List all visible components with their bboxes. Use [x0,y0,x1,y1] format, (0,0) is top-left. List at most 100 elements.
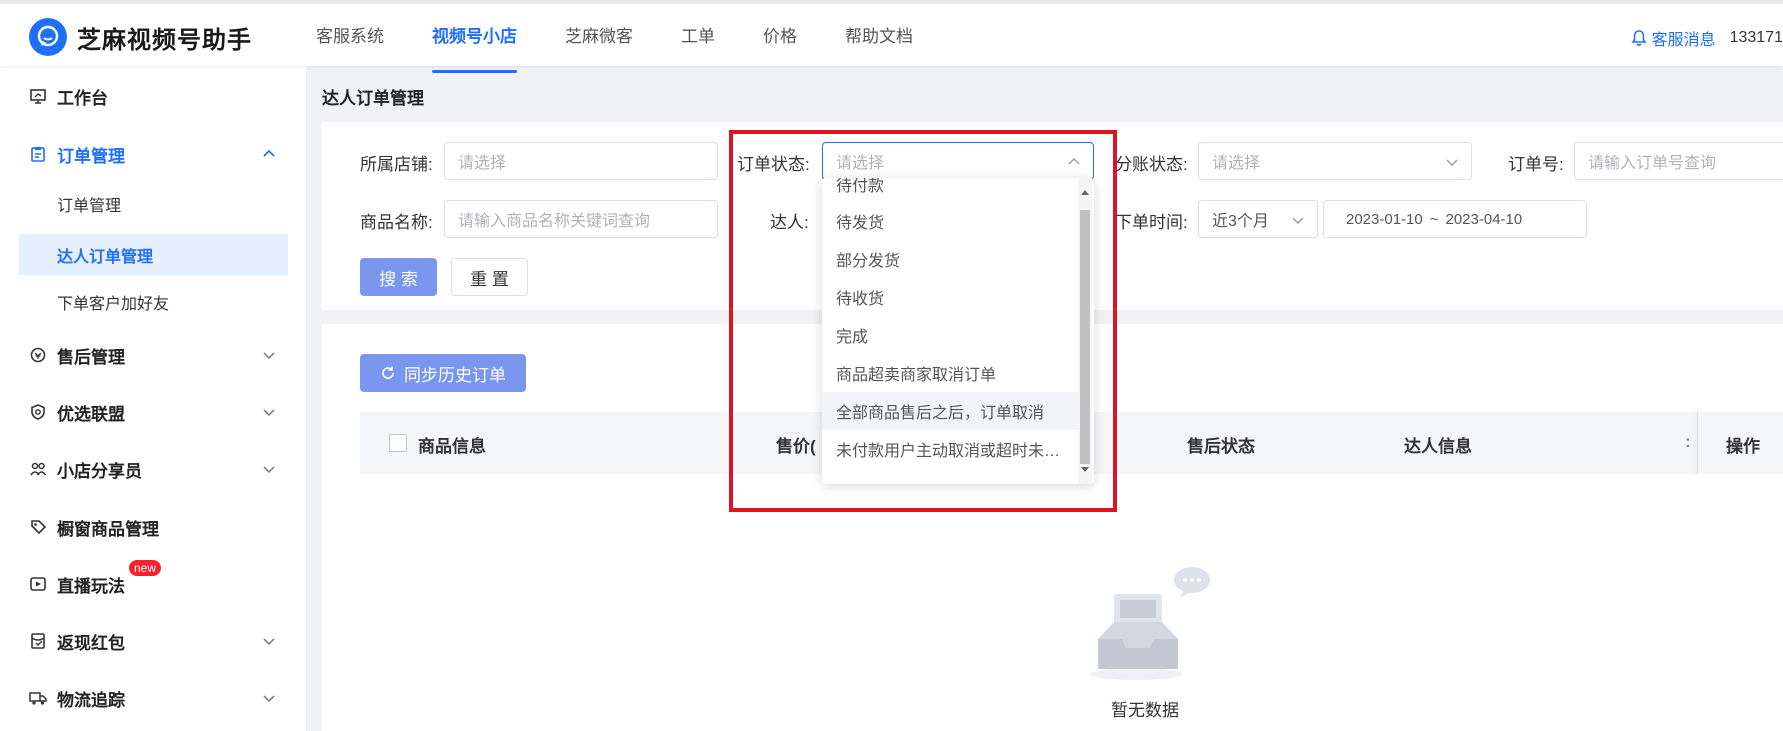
nav-zhima-weike[interactable]: 芝麻微客 [565,22,633,66]
sidebar-item-label: 优选联盟 [57,404,125,424]
talent-label: 达人: [770,213,809,232]
sync-history-orders-button[interactable]: 同步历史订单 [360,354,526,392]
option-label: 待收货 [836,291,885,308]
sidebar-item-logistics[interactable]: 物流追踪 [0,678,306,718]
product-name-placeholder: 请输入商品名称关键词查询 [458,213,651,230]
play-icon [28,574,48,594]
truck-icon [28,688,48,708]
sidebar-item-after-sales[interactable]: 售后管理 [0,335,306,375]
order-no-input[interactable]: 请输入订单号查询 [1574,142,1783,180]
column-product-info: 商品信息 [418,437,486,456]
option-label: 商品超卖商家取消订单 [836,367,997,384]
app-logo[interactable]: 芝麻视频号助手 [29,18,252,56]
order-status-option-unpaid-cancel[interactable]: 未付款用户主动取消或超时未付款订单取消 [822,430,1078,468]
order-status-select[interactable]: 请选择 [822,142,1094,180]
top-bar: 芝麻视频号助手 客服系统 视频号小店 芝麻微客 工单 价格 帮助文档 客服消息 … [0,0,1783,73]
order-status-option-completed[interactable]: 完成 [822,316,1078,354]
select-all-checkbox[interactable] [389,434,407,452]
app-name: 芝麻视频号助手 [77,26,252,54]
user-phone[interactable]: 133171 [1730,29,1783,47]
sidebar-item-label: 物流追踪 [57,690,125,710]
product-name-label: 商品名称: [360,213,433,232]
order-status-option-partial-shipped[interactable]: 部分发货 [822,240,1078,278]
order-no-placeholder: 请输入订单号查询 [1588,155,1717,172]
sidebar-item-showcase-products[interactable]: 橱窗商品管理 [0,507,306,547]
reset-button[interactable]: 重 置 [451,258,528,296]
empty-state-text: 暂无数据 [1111,701,1179,720]
date-end: 2023-04-10 [1445,210,1523,228]
order-status-option-after-sales-cancel[interactable]: 全部商品售后之后，订单取消 [822,392,1078,430]
scrollbar-thumb[interactable] [1080,210,1090,464]
chevron-down-icon [263,638,275,646]
customer-message-link[interactable]: 客服消息 [1630,26,1716,50]
sidebar-sub-talent-orders[interactable]: 达人订单管理 [19,234,288,275]
bell-icon [1630,30,1647,46]
sidebar-item-sharers[interactable]: 小店分享员 [0,449,306,489]
shop-select[interactable]: 请选择 [444,142,718,180]
column-hidden-edge: : [1685,432,1691,451]
chevron-up-icon [1068,158,1080,165]
order-no-label: 订单号: [1508,155,1564,174]
chevron-down-icon [263,352,275,360]
option-label: 未付款用户主动取消或超时未付款订单取消 [836,443,1062,460]
sidebar: 工作台 订单管理 订单管理 达人订单管理 下单客户加好友 售后管理 优选联盟 小… [0,66,306,731]
chevron-down-icon [263,695,275,703]
search-button[interactable]: 搜 索 [360,258,437,296]
sidebar-item-label: 返现红包 [57,633,125,653]
empty-state: 暂无数据 [1070,564,1220,721]
monitor-icon [28,86,48,106]
order-status-option-pending-receipt[interactable]: 待收货 [822,278,1078,316]
time-range-value: 近3个月 [1212,213,1269,230]
page-title: 达人订单管理 [322,89,424,108]
column-talent-info: 达人信息 [1404,437,1472,456]
option-label: 全部商品售后之后，订单取消 [836,405,1045,422]
order-status-dropdown: 待付款 待发货 部分发货 待收货 完成 商品超卖商家取消订单 全部商品售后之后，… [822,178,1094,484]
order-time-label: 下单时间: [1115,213,1188,232]
dropdown-scrollbar[interactable] [1078,178,1092,484]
nav-price[interactable]: 价格 [763,22,797,66]
customer-message-label: 客服消息 [1651,32,1716,49]
shop-select-placeholder: 请选择 [458,155,507,172]
new-badge: new [129,560,162,576]
order-status-option-pending-payment[interactable]: 待付款 [822,178,1078,203]
sidebar-sub-label: 订单管理 [57,197,122,215]
sidebar-item-label: 售后管理 [57,347,125,367]
refund-icon [28,345,48,365]
order-status-option-oversold-cancel[interactable]: 商品超卖商家取消订单 [822,354,1078,392]
sidebar-item-live-play[interactable]: 直播玩法 new [0,560,306,604]
shop-label: 所属店铺: [360,155,433,174]
time-range-select[interactable]: 近3个月 [1198,200,1318,238]
sidebar-item-label: 订单管理 [57,146,125,166]
nav-video-shop[interactable]: 视频号小店 [432,22,517,73]
scroll-down-arrow-icon[interactable] [1081,467,1089,472]
date-range-picker[interactable]: 2023-01-10 ~ 2023-04-10 [1323,200,1587,238]
nav-customer-service[interactable]: 客服系统 [316,22,384,66]
column-after-sales-status: 售后状态 [1187,437,1255,456]
sidebar-item-union[interactable]: 优选联盟 [0,392,306,432]
sidebar-item-cashback[interactable]: 返现红包 [0,621,306,661]
column-price: 售价(元 [776,437,816,456]
order-status-option-pending-shipment[interactable]: 待发货 [822,202,1078,240]
sidebar-item-workbench[interactable]: 工作台 [0,76,306,116]
scroll-up-arrow-icon[interactable] [1081,190,1089,195]
sidebar-sub-order-management[interactable]: 订单管理 [19,183,288,224]
option-label: 待付款 [836,178,885,195]
clipboard-icon [28,144,48,164]
sidebar-item-order-management[interactable]: 订单管理 [0,134,306,174]
nav-ticket[interactable]: 工单 [681,22,715,66]
fixed-column-divider [1697,412,1698,474]
split-status-placeholder: 请选择 [1212,155,1261,172]
split-status-select[interactable]: 请选择 [1198,142,1472,180]
chevron-down-icon [263,409,275,417]
sidebar-sub-add-customer-friend[interactable]: 下单客户加好友 [19,281,288,322]
chevron-down-icon [1446,159,1458,166]
sync-button-label: 同步历史订单 [404,365,506,385]
date-start: 2023-01-10 [1346,210,1423,228]
nav-help-docs[interactable]: 帮助文档 [845,22,913,66]
top-nav: 客服系统 视频号小店 芝麻微客 工单 价格 帮助文档 [316,4,961,73]
sidebar-item-label: 工作台 [57,88,108,108]
top-right: 客服消息 133171 [1630,26,1783,50]
logo-icon [29,18,67,56]
product-name-input[interactable]: 请输入商品名称关键词查询 [444,200,718,238]
date-separator: ~ [1429,210,1439,228]
